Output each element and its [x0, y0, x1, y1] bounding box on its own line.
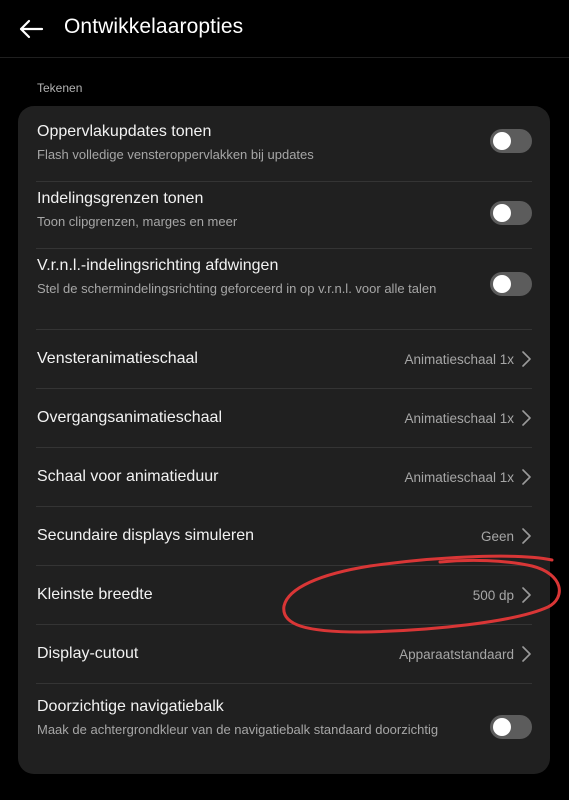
toggle-switch[interactable] [490, 201, 532, 225]
back-button[interactable] [16, 14, 46, 44]
app-bar: Ontwikkelaaropties [0, 0, 569, 57]
chevron-right-icon [522, 469, 531, 485]
setting-title: Display-cutout [37, 645, 139, 662]
setting-subtitle: Maak de achtergrondkleur van de navigati… [37, 722, 439, 737]
setting-value: Animatieschaal 1x [404, 352, 514, 367]
setting-row-surface-updates[interactable]: Oppervlakupdates tonen Flash volledige v… [18, 106, 550, 181]
setting-subtitle: Toon clipgrenzen, marges en meer [37, 214, 238, 229]
setting-row-simulate-secondary-displays[interactable]: Secundaire displays simuleren Geen [18, 507, 550, 565]
toggle-switch[interactable] [490, 715, 532, 739]
setting-title: Secundaire displays simuleren [37, 527, 254, 544]
setting-row-window-animation-scale[interactable]: Vensteranimatieschaal Animatieschaal 1x [18, 330, 550, 388]
toggle-switch[interactable] [490, 272, 532, 296]
page-title: Ontwikkelaaropties [64, 15, 244, 38]
toggle-knob [493, 718, 511, 736]
setting-row-animator-duration-scale[interactable]: Schaal voor animatieduur Animatieschaal … [18, 448, 550, 506]
setting-value: Animatieschaal 1x [404, 470, 514, 485]
setting-title: Doorzichtige navigatiebalk [37, 698, 224, 715]
setting-title: Kleinste breedte [37, 586, 153, 603]
setting-title: Indelingsgrenzen tonen [37, 190, 204, 207]
toggle-knob [493, 275, 511, 293]
arrow-left-icon [19, 19, 44, 39]
chevron-right-icon [522, 528, 531, 544]
setting-value: Animatieschaal 1x [404, 411, 514, 426]
section-label: Tekenen [37, 81, 83, 95]
chevron-right-icon [522, 587, 531, 603]
setting-subtitle: Flash volledige vensteroppervlakken bij … [37, 147, 314, 162]
toggle-switch[interactable] [490, 129, 532, 153]
toggle-knob [493, 132, 511, 150]
setting-title: Oppervlakupdates tonen [37, 123, 212, 140]
setting-value: Geen [480, 529, 514, 544]
chevron-right-icon [522, 646, 531, 662]
setting-row-smallest-width[interactable]: Kleinste breedte 500 dp [18, 566, 550, 624]
setting-title: Overgangsanimatieschaal [37, 409, 222, 426]
setting-title: Vensteranimatieschaal [37, 350, 198, 367]
setting-row-display-cutout[interactable]: Display-cutout Apparaatstandaard [18, 625, 550, 683]
setting-row-force-rtl[interactable]: V.r.n.l.-indelingsrichting afdwingen Ste… [18, 249, 550, 329]
chevron-right-icon [522, 351, 531, 367]
setting-row-transparent-navigation-bar[interactable]: Doorzichtige navigatiebalk Maak de achte… [18, 684, 550, 774]
setting-row-transition-animation-scale[interactable]: Overgangsanimatieschaal Animatieschaal 1… [18, 389, 550, 447]
setting-title: Schaal voor animatieduur [37, 468, 219, 485]
settings-card: Oppervlakupdates tonen Flash volledige v… [18, 106, 550, 774]
header-divider [0, 57, 569, 58]
setting-row-layout-bounds[interactable]: Indelingsgrenzen tonen Toon clipgrenzen,… [18, 182, 550, 248]
setting-subtitle: Stel de schermindelingsrichting geforcee… [37, 281, 437, 296]
chevron-right-icon [522, 410, 531, 426]
toggle-knob [493, 204, 511, 222]
setting-title: V.r.n.l.-indelingsrichting afdwingen [37, 257, 279, 274]
setting-value: 500 dp [472, 588, 514, 603]
setting-value: Apparaatstandaard [399, 647, 514, 662]
